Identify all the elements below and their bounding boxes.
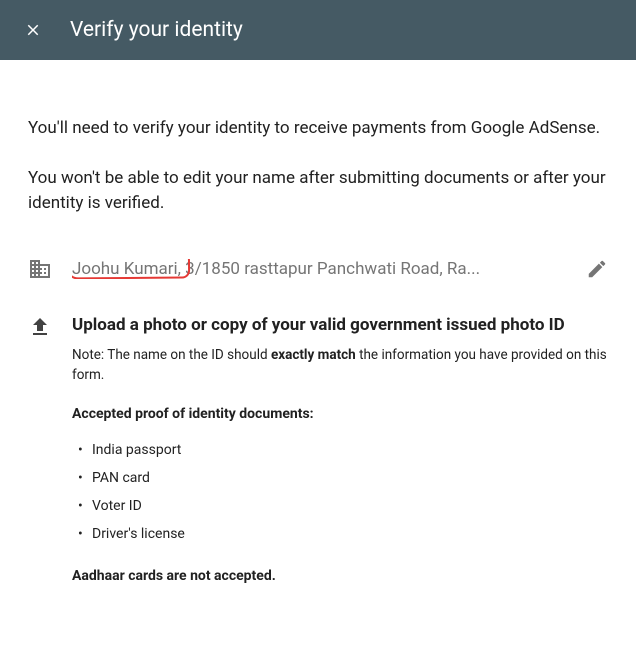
- dialog-header: Verify your identity: [0, 0, 636, 60]
- dialog-content: You'll need to verify your identity to r…: [0, 60, 636, 604]
- address-row: Joohu Kumari, 3/1850 rasttapur Panchwati…: [28, 257, 608, 281]
- upload-content: Upload a photo or copy of your valid gov…: [72, 313, 608, 584]
- building-icon: [28, 257, 52, 281]
- list-item: Voter ID: [72, 492, 608, 520]
- address-text: Joohu Kumari, 3/1850 rasttapur Panchwati…: [72, 259, 566, 279]
- warning-text: You won't be able to edit your name afte…: [28, 166, 608, 217]
- document-list: India passport PAN card Voter ID Driver'…: [72, 436, 608, 548]
- list-item: India passport: [72, 436, 608, 464]
- address-rest: , 3/1850 rasttapur Panchwati Road, Ra...: [178, 259, 480, 279]
- note-bold: exactly match: [271, 347, 356, 363]
- dialog-title: Verify your identity: [70, 18, 243, 42]
- edit-icon[interactable]: [586, 258, 608, 280]
- address-name: Joohu Kumari: [72, 259, 178, 279]
- list-item: PAN card: [72, 464, 608, 492]
- upload-heading: Upload a photo or copy of your valid gov…: [72, 313, 608, 338]
- upload-icon: [28, 315, 52, 339]
- upload-section: Upload a photo or copy of your valid gov…: [28, 313, 608, 584]
- upload-note: Note: The name on the ID should exactly …: [72, 345, 608, 386]
- not-accepted-text: Aadhaar cards are not accepted.: [72, 568, 608, 584]
- note-prefix: Note: The name on the ID should: [72, 347, 271, 363]
- close-icon[interactable]: [24, 21, 42, 39]
- accepted-heading: Accepted proof of identity documents:: [72, 406, 608, 422]
- intro-text: You'll need to verify your identity to r…: [28, 116, 608, 142]
- list-item: Driver's license: [72, 520, 608, 548]
